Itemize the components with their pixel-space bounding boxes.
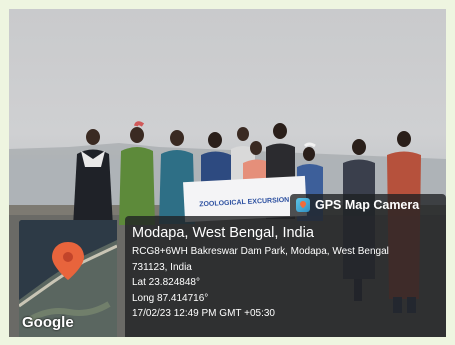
- place-name: Modapa, West Bengal, India: [132, 225, 314, 241]
- google-attribution: Google: [22, 314, 74, 331]
- map-thumbnail: Google: [19, 220, 117, 337]
- address-line-2: 731123, India: [132, 261, 192, 273]
- app-name: GPS Map Camera: [315, 198, 420, 212]
- gps-map-camera-icon: [296, 198, 310, 212]
- gps-app-header: GPS Map Camera: [290, 194, 446, 216]
- longitude: Long 87.414716°: [132, 292, 209, 304]
- address-line-1: RCG8+6WH Bakreswar Dam Park, Modapa, Wes…: [132, 246, 389, 257]
- image-frame: ZOOLOGICAL EXCURSION GPS Map Camera Goog…: [0, 0, 455, 345]
- timestamp: 17/02/23 12:49 PM GMT +05:30: [132, 308, 275, 319]
- location-info-panel: Modapa, West Bengal, India RCG8+6WH Bakr…: [125, 216, 446, 337]
- latitude: Lat 23.824848°: [132, 277, 200, 288]
